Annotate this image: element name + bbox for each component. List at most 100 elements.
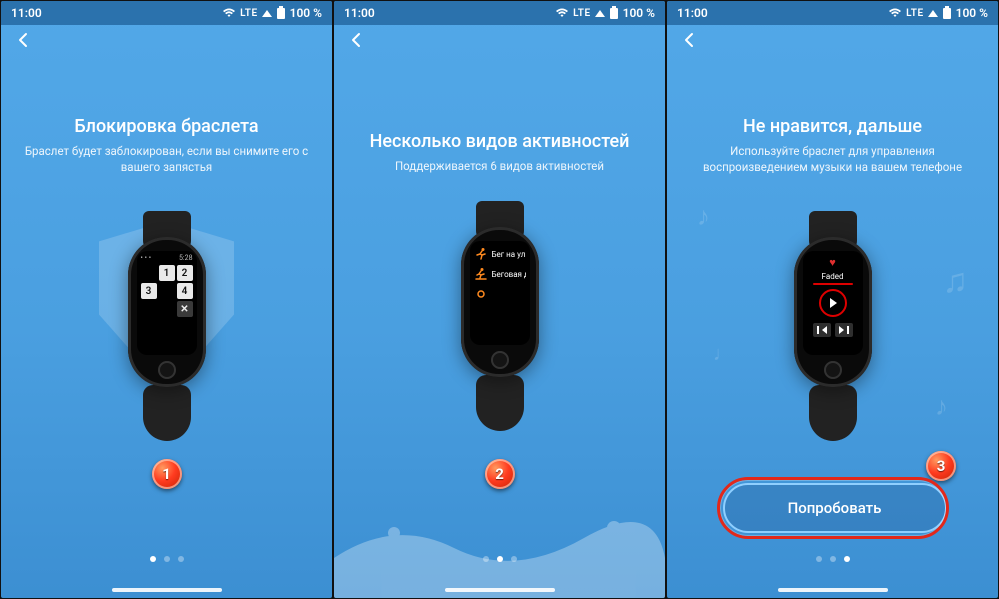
key-1: 1 [159,265,175,281]
onboarding-screen-activities: 11:00 LTE 100 % Несколько видов активнос… [334,1,665,598]
page-title: Несколько видов активностей [354,131,645,152]
page-subtitle: Браслет будет заблокирован, если вы сним… [21,143,312,175]
battery-percent: 100 % [623,6,655,20]
prev-track-icon [813,323,831,337]
band-illustration: ♥ Faded [788,211,878,441]
gesture-bar [778,588,888,592]
onboarding-screen-music: 11:00 LTE 100 % ♪ ♫ ♩ ♪ Не нравится, дал… [667,1,998,598]
pad-indicator: • • • [141,254,152,262]
heart-icon: ♥ [829,257,836,268]
play-icon [819,289,847,317]
pad-time: 5:28 [179,254,193,262]
hero-text: Блокировка браслета Браслет будет заблок… [1,116,332,175]
status-time: 11:00 [677,6,708,20]
dot-3[interactable] [844,556,850,562]
onboarding-screen-lock: 11:00 LTE 100 % Блокировка браслета Брас… [1,1,332,598]
status-right: LTE 100 % [888,6,988,20]
band-home-button [491,351,509,369]
signal-icon [928,10,938,17]
signal-icon [595,10,605,17]
wifi-icon [222,8,236,18]
status-time: 11:00 [344,6,375,20]
dot-1[interactable] [483,556,489,562]
band-illustration: • • • 5:28 1 2 3 4 ✕ [122,211,212,441]
next-track-icon [835,323,853,337]
dot-1[interactable] [150,556,156,562]
key-blank [141,301,157,317]
battery-icon [942,6,952,20]
page-subtitle: Поддерживается 6 видов активностей [354,158,645,174]
status-bar: 11:00 LTE 100 % [1,1,332,25]
activity-label: Бег на улиц [492,250,526,259]
try-button-wrap: Попробовать [723,483,943,533]
triptych: 11:00 LTE 100 % Блокировка браслета Брас… [0,0,999,599]
track-title: Faded [822,272,844,281]
dot-1[interactable] [816,556,822,562]
band-display-lock: • • • 5:28 1 2 3 4 ✕ [137,251,197,355]
band-home-button [824,361,842,379]
page-title: Блокировка браслета [21,116,312,137]
key-blank [159,283,175,299]
status-time: 11:00 [11,6,42,20]
band-home-button [158,361,176,379]
band-capsule: Бег на улиц Беговая до [461,227,539,377]
back-button[interactable] [681,31,701,51]
try-button-label: Попробовать [788,499,882,517]
step-badge: 3 [926,451,956,481]
band-illustration: Бег на улиц Беговая до [455,201,545,431]
dot-3[interactable] [178,556,184,562]
network-label: LTE [240,8,258,19]
key-4: 4 [177,283,193,299]
hero-text: Не нравится, дальше Используйте браслет … [667,116,998,175]
wifi-icon [888,8,902,18]
key-3: 3 [141,283,157,299]
lock-keypad: 1 2 3 4 ✕ [137,263,197,319]
dot-2[interactable] [164,556,170,562]
key-blank [159,301,175,317]
activity-item [474,287,526,301]
activity-item: Бег на улиц [474,247,526,261]
band-display-music: ♥ Faded [803,251,863,355]
band-capsule: • • • 5:28 1 2 3 4 ✕ [128,237,206,387]
page-title: Не нравится, дальше [687,116,978,137]
battery-percent: 100 % [290,6,322,20]
band-strap-bottom [143,385,191,441]
activity-item: Беговая до [474,267,526,281]
band-strap-bottom [809,385,857,441]
page-dots [816,556,850,562]
key-blank [141,265,157,281]
step-badge: 1 [152,459,182,489]
page-subtitle: Используйте браслет для управления воспр… [687,143,978,175]
gesture-bar [445,588,555,592]
band-display-activities: Бег на улиц Беговая до [470,241,530,345]
dot-3[interactable] [511,556,517,562]
key-del: ✕ [177,301,193,317]
key-2: 2 [177,265,193,281]
page-dots [483,556,517,562]
battery-icon [609,6,619,20]
dot-2[interactable] [497,556,503,562]
network-label: LTE [906,8,924,19]
dot-2[interactable] [830,556,836,562]
back-button[interactable] [348,31,368,51]
step-badge: 2 [485,459,515,489]
progress-bar [813,283,853,285]
page-dots [150,556,184,562]
status-bar: 11:00 LTE 100 % [334,1,665,25]
signal-icon [262,10,272,17]
wifi-icon [555,8,569,18]
back-button[interactable] [15,31,35,51]
battery-percent: 100 % [956,6,988,20]
hero-text: Несколько видов активностей Поддерживает… [334,131,665,174]
treadmill-icon [474,267,488,281]
status-right: LTE 100 % [222,6,322,20]
gesture-bar [112,588,222,592]
status-bar: 11:00 LTE 100 % [667,1,998,25]
try-button[interactable]: Попробовать [723,483,947,533]
network-label: LTE [573,8,591,19]
activity-icon [474,287,488,301]
battery-icon [276,6,286,20]
band-strap-bottom [476,375,524,431]
status-right: LTE 100 % [555,6,655,20]
runner-icon [474,247,488,261]
